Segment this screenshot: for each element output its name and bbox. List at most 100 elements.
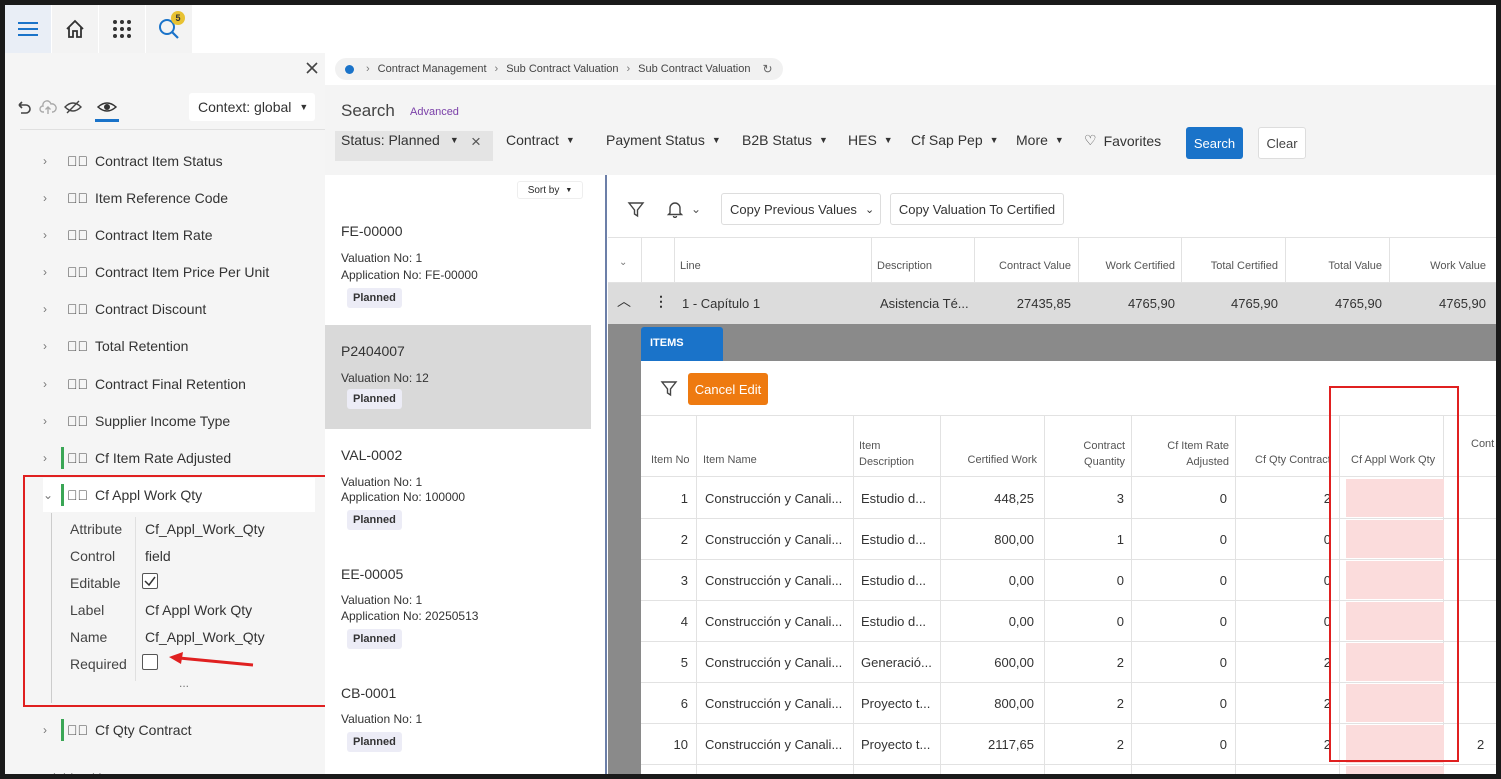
breadcrumb-item[interactable]: Sub Contract Valuation	[506, 63, 618, 75]
hide-icon[interactable]	[64, 99, 82, 115]
col-header-work-certified[interactable]: Work Certified	[1084, 260, 1175, 272]
close-icon[interactable]	[305, 61, 319, 75]
col-header-contract-value[interactable]: Contract Value	[980, 260, 1071, 272]
cell-qty-contract[interactable]: 0	[1305, 614, 1331, 629]
tree-item-contract-item-price-per-unit[interactable]: › ⊏⃞ Contract Item Price Per Unit	[43, 255, 323, 289]
cell-qty-contract[interactable]: 0	[1305, 532, 1331, 547]
list-item[interactable]: VAL-0002 Valuation No: 1 Application No:…	[325, 433, 591, 545]
eye-icon[interactable]	[97, 99, 117, 115]
col-header-description[interactable]: Description	[877, 260, 932, 272]
cell-rate-adjusted[interactable]: 0	[1136, 655, 1227, 670]
filter-payment-status[interactable]: Payment Status ▼	[606, 132, 721, 148]
row-menu-icon[interactable]: ⋮	[654, 293, 668, 310]
filter-icon[interactable]	[627, 200, 645, 218]
filter-contract[interactable]: Contract ▼	[506, 132, 575, 148]
cell-item-name: Construcción y Canali...	[705, 532, 843, 547]
sort-by-button[interactable]: Sort by ▼	[517, 181, 583, 199]
advanced-link[interactable]: Advanced	[410, 106, 459, 118]
col-header-item-no[interactable]: Item No	[651, 454, 690, 466]
cell-contract-qty[interactable]: 2	[1049, 655, 1124, 670]
tree-item-total-retention[interactable]: › ⊏⃞ Total Retention	[43, 329, 323, 363]
col-header-item-name[interactable]: Item Name	[703, 454, 757, 466]
chevron-down-icon[interactable]: ⌄	[691, 202, 701, 216]
col-header-item-description[interactable]: Item Description	[859, 438, 929, 470]
chevron-down-icon[interactable]: ⌄	[619, 257, 627, 268]
search-app-button[interactable]	[146, 5, 192, 53]
favorites-button[interactable]: ♡ Favorites	[1084, 132, 1161, 149]
cell-qty-contract[interactable]: 2	[1305, 696, 1331, 711]
breadcrumb: › Contract Management › Sub Contract Val…	[335, 58, 783, 80]
cell-certified-work[interactable]: 800,00	[945, 696, 1034, 711]
tree-item-contract-item-status[interactable]: › ⊏⃞ Contract Item Status	[43, 144, 323, 178]
col-header-work-value[interactable]: Work Value	[1395, 260, 1486, 272]
col-header-total-value[interactable]: Total Value	[1291, 260, 1382, 272]
cell-certified-work[interactable]: 2117,65	[945, 737, 1034, 752]
col-header-cont[interactable]: Cont	[1471, 438, 1496, 450]
tab-items[interactable]: ITEMS	[641, 327, 723, 361]
cell-qty-contract[interactable]: 2	[1305, 491, 1331, 506]
filter-cf-sap-pep[interactable]: Cf Sap Pep ▼	[911, 132, 999, 148]
home-button[interactable]	[52, 5, 98, 53]
filter-more[interactable]: More ▼	[1016, 132, 1064, 148]
copy-previous-values-button[interactable]: Copy Previous Values ⌄	[721, 193, 881, 225]
cell-qty-contract[interactable]: 2	[1305, 655, 1331, 670]
cell-contract-qty[interactable]: 1	[1049, 532, 1124, 547]
list-item[interactable]: CB-0001 Valuation No: 1 Planned	[325, 671, 591, 771]
breadcrumb-item[interactable]: Contract Management	[378, 63, 487, 75]
chevron-up-icon[interactable]: ︿	[617, 291, 631, 311]
tree-item-cf-item-rate-adjusted[interactable]: › ⊏⃞ Cf Item Rate Adjusted	[43, 441, 323, 475]
cell-certified-work[interactable]: 448,25	[945, 491, 1034, 506]
col-header-total-certified[interactable]: Total Certified	[1187, 260, 1278, 272]
copy-valuation-button[interactable]: Copy Valuation To Certified	[890, 193, 1064, 225]
col-header-cf-item-rate-adjusted[interactable]: Cf Item Rate Adjusted	[1153, 438, 1229, 470]
list-item[interactable]: FE-00000 Valuation No: 1 Application No:…	[325, 211, 591, 323]
cell-contract-qty[interactable]: 2	[1049, 737, 1124, 752]
filter-icon[interactable]	[660, 379, 678, 397]
context-select[interactable]: Context: global ▼	[189, 93, 315, 121]
cell-appl-work-qty[interactable]	[1346, 766, 1444, 774]
cell-rate-adjusted[interactable]: 0	[1136, 573, 1227, 588]
menu-button[interactable]	[5, 5, 51, 53]
cell-contract-qty[interactable]: 3	[1049, 491, 1124, 506]
cell-rate-adjusted[interactable]: 0	[1136, 491, 1227, 506]
col-header-line[interactable]: Line	[680, 260, 701, 272]
list-item[interactable]: EE-00005 Valuation No: 1 Application No:…	[325, 552, 591, 664]
tree-item-contract-discount[interactable]: › ⊏⃞ Contract Discount	[43, 292, 323, 326]
cell-certified-work[interactable]: 0,00	[945, 614, 1034, 629]
filter-hes[interactable]: HES ▼	[848, 132, 893, 148]
list-item-selected[interactable]: P2404007 Valuation No: 12 Planned	[325, 325, 591, 429]
col-header-certified-work[interactable]: Certified Work	[945, 454, 1037, 466]
tree-item-contract-item-rate[interactable]: › ⊏⃞ Contract Item Rate	[43, 218, 323, 252]
tree-item-cf-qty-contract[interactable]: › ⊏⃞ Cf Qty Contract	[43, 713, 323, 747]
cell-contract-qty[interactable]: 2	[1049, 696, 1124, 711]
cell-qty-contract[interactable]: 2	[1305, 737, 1331, 752]
upload-cloud-icon[interactable]	[39, 99, 57, 115]
remove-filter-icon[interactable]: ×	[471, 132, 481, 152]
clear-button[interactable]: Clear	[1258, 127, 1306, 159]
tree-item-contract-final-retention[interactable]: › ⊏⃞ Contract Final Retention	[43, 367, 323, 401]
bell-icon[interactable]	[666, 200, 684, 218]
cancel-edit-button[interactable]: Cancel Edit	[688, 373, 768, 405]
refresh-icon[interactable]: ↻	[762, 62, 772, 76]
undo-icon[interactable]	[15, 99, 31, 115]
status-filter[interactable]: Status: Planned ▼	[341, 132, 459, 148]
cell-contract-qty[interactable]: 0	[1049, 573, 1124, 588]
cell-certified-work[interactable]: 0,00	[945, 573, 1034, 588]
filter-b2b-status[interactable]: B2B Status ▼	[742, 132, 828, 148]
card-valuation: Valuation No: 1	[341, 712, 423, 726]
tree-item-item-reference-code[interactable]: › ⊏⃞ Item Reference Code	[43, 181, 323, 215]
cell-rate-adjusted[interactable]: 0	[1136, 737, 1227, 752]
search-button[interactable]: Search	[1186, 127, 1243, 159]
cell-certified-work[interactable]: 800,00	[945, 532, 1034, 547]
cell-rate-adjusted[interactable]: 0	[1136, 614, 1227, 629]
cell-cont[interactable]: 2	[1477, 737, 1484, 752]
cell-certified-work[interactable]: 600,00	[945, 655, 1034, 670]
apps-button[interactable]	[99, 5, 145, 53]
cell-rate-adjusted[interactable]: 0	[1136, 696, 1227, 711]
tree-item-supplier-income-type[interactable]: › ⊏⃞ Supplier Income Type	[43, 404, 323, 438]
cell-rate-adjusted[interactable]: 0	[1136, 532, 1227, 547]
col-header-cf-qty-contract[interactable]: Cf Qty Contract	[1255, 454, 1330, 466]
col-header-contract-quantity[interactable]: Contract Quantity	[1065, 438, 1125, 470]
cell-qty-contract[interactable]: 0	[1305, 573, 1331, 588]
cell-contract-qty[interactable]: 0	[1049, 614, 1124, 629]
